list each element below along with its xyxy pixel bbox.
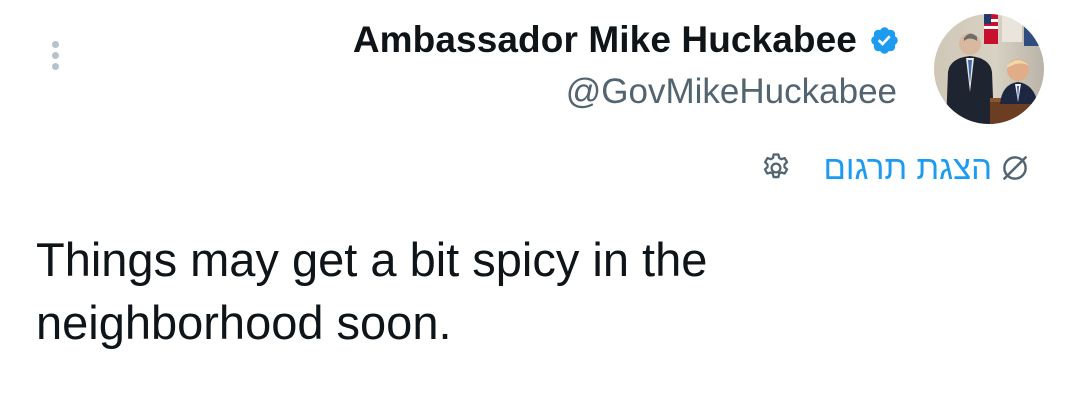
author-handle[interactable]: @GovMikeHuckabee (140, 72, 900, 112)
gear-icon[interactable] (759, 151, 793, 185)
translate-globe-icon (1003, 156, 1027, 180)
avatar[interactable] (934, 14, 1044, 124)
more-dot-icon (51, 51, 59, 59)
more-dot-icon (51, 62, 59, 70)
display-name-row: Ambassador Mike Huckabee (140, 18, 900, 62)
show-translation-label: הצגת תרגום (823, 149, 992, 186)
translate-row: הצגת תרגום (759, 148, 1032, 188)
show-translation-link[interactable]: הצגת תרגום (823, 148, 1032, 188)
author-display-name[interactable]: Ambassador Mike Huckabee (353, 18, 857, 62)
verified-badge-icon[interactable] (869, 25, 900, 56)
more-options-button[interactable] (41, 36, 69, 74)
avatar-photo (934, 14, 1044, 124)
tweet-author-header: Ambassador Mike Huckabee @GovMikeHuckabe… (140, 18, 900, 112)
more-dot-icon (51, 40, 59, 48)
tweet-text: Things may get a bit spicy in the neighb… (36, 233, 708, 349)
